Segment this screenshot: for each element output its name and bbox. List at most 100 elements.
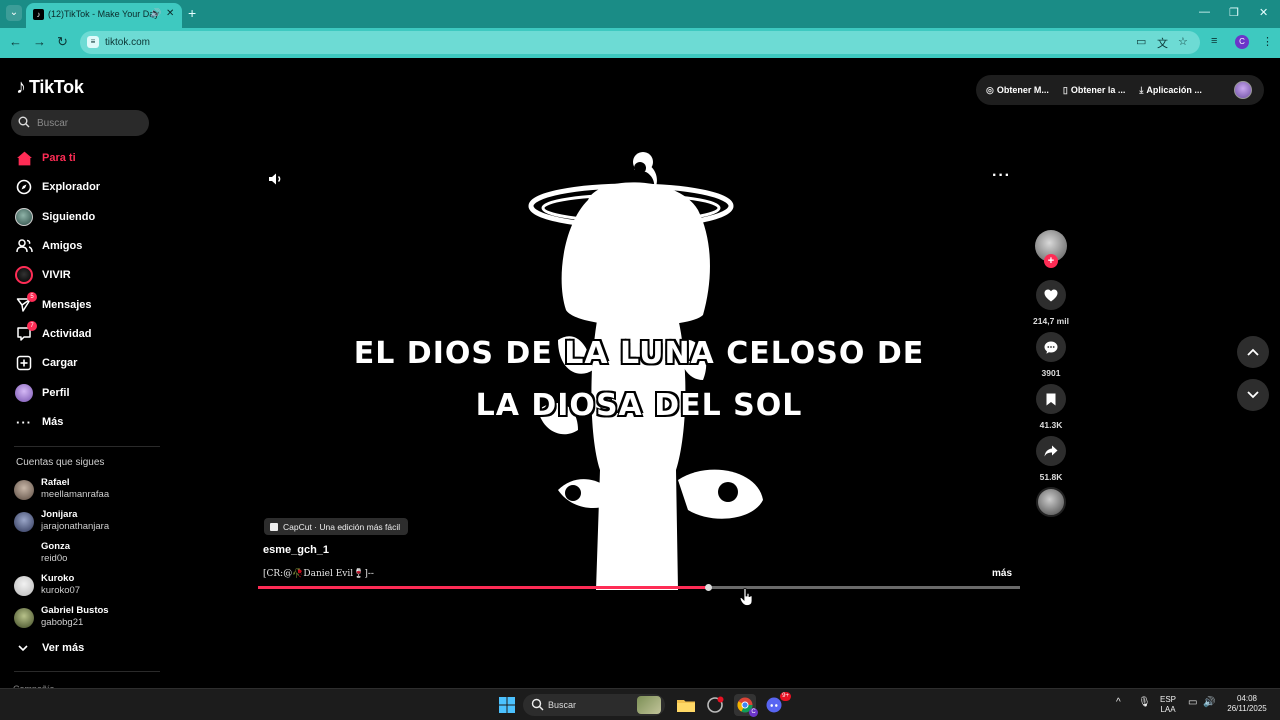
capcut-label: CapCut · Una edición más fácil bbox=[283, 521, 401, 532]
search-icon bbox=[18, 116, 30, 128]
description-more-button[interactable]: más bbox=[992, 568, 1012, 579]
media-control-icon[interactable]: ≡ bbox=[1211, 35, 1217, 47]
previous-video-button[interactable] bbox=[1237, 336, 1269, 368]
more-dots-icon: ··· bbox=[16, 414, 32, 430]
microphone-icon[interactable]: 🎙 bbox=[1138, 698, 1151, 708]
chrome-profile-avatar[interactable]: C bbox=[1235, 35, 1249, 49]
followed-account[interactable]: Jonijara jarajonathanjara bbox=[14, 508, 154, 536]
sidebar-item-vivir[interactable]: VIVIR bbox=[14, 263, 154, 287]
sidebar-item-siguiendo[interactable]: Siguiendo bbox=[14, 205, 154, 229]
sidebar-item-amigos[interactable]: Amigos bbox=[14, 234, 154, 258]
chrome-taskbar-icon[interactable]: C bbox=[734, 694, 758, 717]
url-text[interactable]: tiktok.com bbox=[105, 37, 150, 48]
file-explorer-icon[interactable] bbox=[675, 694, 697, 716]
clock-time: 04:08 bbox=[1236, 694, 1258, 703]
video-progress-knob[interactable] bbox=[704, 584, 712, 591]
activity-icon: 7 bbox=[14, 321, 37, 344]
followed-account[interactable]: Rafael meellamanrafaa bbox=[14, 476, 154, 504]
reload-icon[interactable]: ↻ bbox=[57, 35, 68, 49]
video-author[interactable]: esme_gch_1 bbox=[263, 544, 329, 556]
sidebar-divider bbox=[14, 446, 160, 447]
tiktok-logo[interactable]: ♪ TikTok bbox=[16, 75, 84, 99]
avatar bbox=[14, 512, 34, 532]
sidebar-item-explorador[interactable]: Explorador bbox=[14, 175, 154, 199]
save-button[interactable] bbox=[1036, 384, 1066, 414]
user-avatar[interactable] bbox=[1234, 81, 1252, 99]
discord-taskbar-icon[interactable]: 9+ bbox=[763, 692, 791, 716]
followed-account[interactable]: Kuroko kuroko07 bbox=[14, 572, 154, 600]
speaker-icon[interactable]: 🔊 bbox=[1203, 698, 1215, 708]
tab-audio-icon[interactable]: 🔊 bbox=[150, 8, 161, 19]
get-app-button[interactable]: ▯ Obtener la ... bbox=[1063, 85, 1125, 96]
share-arrow-icon bbox=[1044, 445, 1058, 457]
tab-search-dropdown-icon[interactable]: ⌄ bbox=[6, 5, 22, 21]
address-bar[interactable]: ≡ tiktok.com ▭ 文 ☆ bbox=[80, 31, 1200, 54]
sidebar-item-cargar[interactable]: Cargar bbox=[14, 351, 154, 375]
comment-button[interactable] bbox=[1036, 332, 1066, 362]
top-actions-bar: ◎ Obtener M... ▯ Obtener la ... ⤓ Aplica… bbox=[976, 75, 1264, 105]
compass-icon bbox=[14, 177, 34, 197]
new-tab-button[interactable]: + bbox=[188, 5, 196, 21]
bookmark-star-icon[interactable]: ☆ bbox=[1178, 35, 1188, 48]
tab-close-icon[interactable]: ✕ bbox=[166, 8, 174, 19]
clock[interactable]: 04:08 26/11/2025 bbox=[1222, 694, 1272, 714]
minimize-button[interactable]: — bbox=[1199, 6, 1210, 18]
profile-avatar-icon bbox=[14, 383, 34, 403]
like-count: 214,7 mil bbox=[1033, 316, 1069, 326]
forward-arrow-icon[interactable]: → bbox=[33, 35, 46, 49]
tiktok-favicon-icon: ♪ bbox=[33, 9, 44, 20]
back-arrow-icon[interactable]: ← bbox=[9, 35, 22, 49]
account-username: gabobg21 bbox=[41, 617, 84, 628]
volume-icon[interactable] bbox=[266, 170, 284, 188]
followed-account[interactable]: Gonza reid0o bbox=[14, 540, 154, 568]
video-progress-fill bbox=[258, 586, 708, 589]
chevron-up-icon bbox=[1247, 348, 1259, 356]
video-player[interactable]: EL DIOS DE LA LUNA CELOSO DE LA DIOSA DE… bbox=[258, 140, 1020, 590]
network-icon[interactable]: ▭ bbox=[1188, 698, 1197, 708]
account-username: kuroko07 bbox=[41, 585, 81, 596]
video-more-options-icon[interactable]: ··· bbox=[992, 168, 1011, 184]
tray-chevron-up-icon[interactable]: ^ bbox=[1116, 698, 1121, 708]
close-window-button[interactable]: ✕ bbox=[1259, 6, 1268, 19]
restore-button[interactable]: ❐ bbox=[1229, 6, 1239, 19]
windows-start-icon[interactable] bbox=[496, 694, 518, 716]
chrome-menu-icon[interactable]: ⋮ bbox=[1262, 35, 1273, 48]
search-input[interactable] bbox=[37, 114, 142, 132]
search-icon bbox=[531, 698, 544, 711]
browser-tab-tiktok[interactable]: ♪ (12)TikTok - Make Your Day 🔊 ✕ bbox=[26, 3, 182, 28]
see-more-button[interactable]: Ver más bbox=[18, 640, 84, 656]
get-coins-button[interactable]: ◎ Obtener M... bbox=[986, 85, 1049, 96]
video-description: [CR:@🥀Daniel Evil🍷]-- bbox=[263, 569, 374, 579]
sidebar-item-actividad[interactable]: 7 Actividad bbox=[14, 321, 154, 346]
sidebar-item-para-ti[interactable]: Para ti bbox=[14, 146, 154, 170]
phone-icon: ▯ bbox=[1062, 84, 1068, 95]
share-count: 51.8K bbox=[1039, 472, 1063, 482]
capcut-tag[interactable]: CapCut · Una edición más fácil bbox=[264, 518, 409, 535]
sidebar-item-mensajes[interactable]: 5 Mensajes bbox=[14, 292, 154, 317]
music-disc-icon[interactable] bbox=[1036, 487, 1066, 517]
share-button[interactable] bbox=[1036, 436, 1066, 466]
like-button[interactable] bbox=[1036, 280, 1066, 310]
follow-button[interactable]: + bbox=[1044, 254, 1058, 268]
app-icon[interactable] bbox=[704, 694, 726, 716]
account-name: Rafael bbox=[41, 477, 70, 488]
followed-account[interactable]: Gabriel Bustos gabobg21 bbox=[14, 604, 154, 632]
cast-icon[interactable]: ▭ bbox=[1136, 35, 1146, 48]
sidebar-item-perfil[interactable]: Perfil bbox=[14, 381, 154, 405]
video-progress-bar[interactable] bbox=[258, 584, 1020, 591]
heart-icon bbox=[1044, 289, 1058, 301]
avatar bbox=[14, 608, 34, 628]
next-video-button[interactable] bbox=[1237, 379, 1269, 411]
sidebar-search[interactable] bbox=[11, 110, 149, 136]
following-section-title: Cuentas que sigues bbox=[16, 457, 105, 468]
taskbar-search[interactable]: Buscar bbox=[523, 694, 665, 716]
tiktok-note-icon: ♪ bbox=[16, 75, 26, 98]
desktop-app-button[interactable]: ⤓ Aplicación ... bbox=[1139, 85, 1202, 96]
sidebar-item-label: Actividad bbox=[42, 328, 92, 340]
sidebar-item-mas[interactable]: ··· Más bbox=[14, 410, 154, 434]
translate-icon[interactable]: 文 bbox=[1157, 35, 1168, 51]
sidebar-divider bbox=[14, 671, 160, 672]
sidebar-item-label: Siguiendo bbox=[42, 211, 96, 223]
input-language-indicator[interactable]: ESP LAA bbox=[1158, 695, 1178, 715]
site-info-icon[interactable]: ≡ bbox=[87, 36, 99, 48]
